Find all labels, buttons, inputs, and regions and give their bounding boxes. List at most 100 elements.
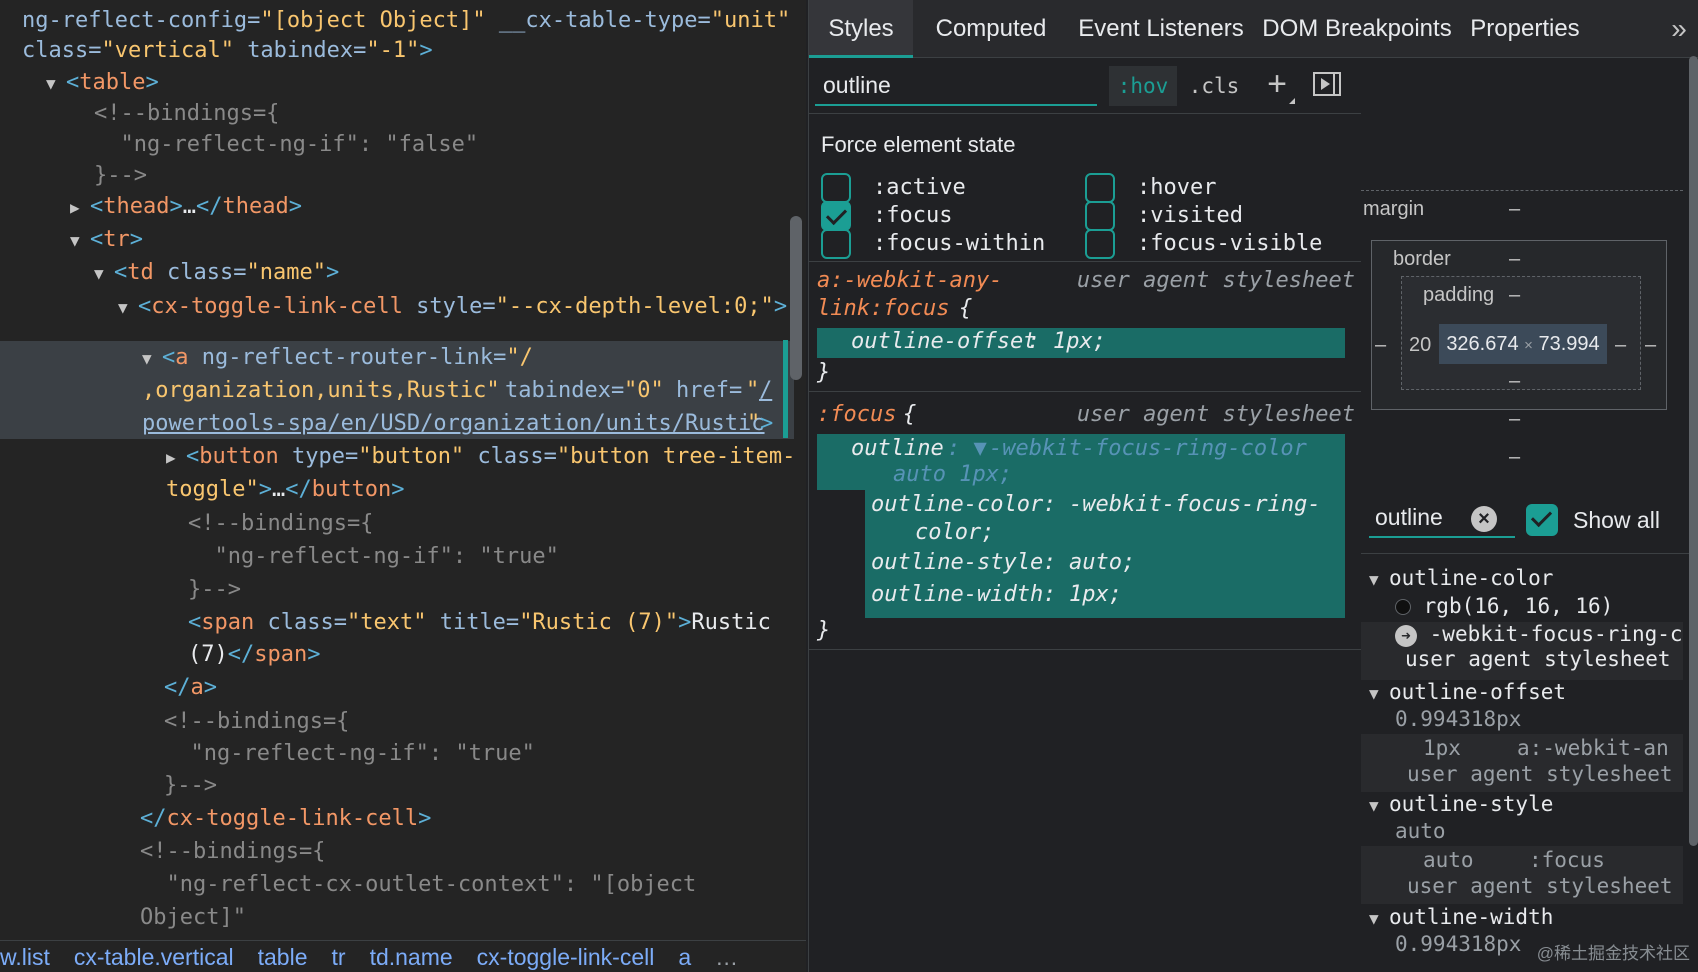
prop-value[interactable]: auto; <box>1069 550 1135 575</box>
expanded-triangle-icon[interactable]: ▼ <box>1369 909 1389 928</box>
computed-scrollbar[interactable] <box>1689 56 1698 846</box>
dom-line-cx-toggle-link-cell[interactable]: ▼ <cx-toggle-link-cell style="--cx-depth-… <box>0 290 794 323</box>
collapsed-triangle-icon[interactable]: ▶ <box>166 441 186 474</box>
expanded-triangle-icon[interactable]: ▼ <box>142 342 162 375</box>
padding-left-value: 20 <box>1409 334 1432 356</box>
rule-selector[interactable]: a:-webkit-any- <box>817 268 1002 293</box>
cls-toggle-button[interactable]: .cls <box>1181 66 1247 106</box>
dom-line[interactable]: (7)</span> <box>0 638 794 671</box>
expanded-triangle-icon[interactable]: ▼ <box>70 224 90 257</box>
tab-properties[interactable]: Properties <box>1463 0 1587 58</box>
state-checkbox[interactable] <box>1085 229 1115 259</box>
tab-styles[interactable]: Styles <box>809 0 913 58</box>
dom-scrollbar[interactable] <box>790 216 802 380</box>
computed-trace[interactable]: ➜ -webkit-focus-ring-c user agent styles… <box>1361 622 1683 680</box>
toggle-computed-sidebar-icon[interactable] <box>1313 72 1341 96</box>
computed-property-row[interactable]: ▼ outline-style <box>1361 792 1683 816</box>
state-checkbox[interactable] <box>1085 201 1115 231</box>
tab-computed[interactable]: Computed <box>921 0 1061 58</box>
expanded-triangle-icon[interactable]: ▼ <box>118 291 138 324</box>
dom-comment[interactable]: }--> <box>0 769 794 802</box>
state-checkbox[interactable] <box>821 173 851 203</box>
dom-line-a-close[interactable]: </a> <box>0 671 794 704</box>
dom-comment[interactable]: Object]" <box>0 901 794 934</box>
dom-line-span[interactable]: <span class="text" title="Rustic (7)">Ru… <box>0 606 794 639</box>
expanded-triangle-icon[interactable]: ▼ <box>94 257 114 290</box>
computed-property-row[interactable]: ▼ outline-color <box>1361 566 1683 590</box>
state-checkbox[interactable] <box>821 229 851 259</box>
prop-name[interactable]: outline-offset <box>851 329 1036 354</box>
clear-filter-icon[interactable]: × <box>1471 506 1497 532</box>
prop-value[interactable]: -webkit-focus-ring- <box>1069 492 1321 517</box>
styles-filter-input[interactable] <box>815 66 1097 106</box>
dom-line-tr[interactable]: ▼ <tr> <box>0 223 794 256</box>
prop-value[interactable]: 1px; <box>1069 582 1122 607</box>
dom-line[interactable]: class="vertical" tabindex="-1"> <box>0 34 794 67</box>
tab-dom-breakpoints[interactable]: DOM Breakpoints <box>1261 0 1453 58</box>
collapsed-triangle-icon[interactable]: ▶ <box>70 191 90 224</box>
breadcrumb-item[interactable]: tr <box>332 944 346 970</box>
tab-event-listeners[interactable]: Event Listeners <box>1071 0 1251 58</box>
dom-line-td[interactable]: ▼ <td class="name"> <box>0 256 794 289</box>
dom-comment[interactable]: }--> <box>0 573 794 606</box>
expanded-triangle-icon[interactable]: ▼ <box>1369 684 1389 703</box>
dom-comment[interactable]: <!--bindings={ <box>0 835 794 868</box>
dom-comment[interactable]: }--> <box>0 159 794 192</box>
prop-name[interactable]: outline-style <box>871 550 1043 575</box>
dom-comment[interactable]: <!--bindings={ <box>0 97 794 130</box>
computed-trace[interactable]: auto :focus user agent stylesheet <box>1361 846 1683 904</box>
dom-line[interactable]: ng-reflect-config="[object Object]" __cx… <box>0 4 794 37</box>
dom-comment[interactable]: <!--bindings={ <box>0 507 794 540</box>
href-link[interactable]: powertools-spa/en/USD/organization/units… <box>142 407 765 440</box>
state-checkbox[interactable] <box>1085 173 1115 203</box>
dom-comment[interactable]: "ng-reflect-ng-if": "true" <box>0 540 794 573</box>
expanded-triangle-icon[interactable]: ▼ <box>1369 570 1389 589</box>
state-focus-visible[interactable]: :focus-visible <box>1085 229 1322 259</box>
highlighted-declaration[interactable]: outline-offset:1px; <box>817 328 1345 358</box>
state-checkbox-checked[interactable] <box>821 201 851 231</box>
breadcrumb-item[interactable]: td.name <box>370 944 453 970</box>
dom-line-cx-close[interactable]: </cx-toggle-link-cell> <box>0 802 794 835</box>
prop-name[interactable]: outline <box>851 436 944 461</box>
breadcrumb-item[interactable]: cx-table.vertical <box>74 944 234 970</box>
go-to-rule-arrow-icon[interactable]: ➜ <box>1395 625 1417 647</box>
show-all-checkbox[interactable] <box>1526 504 1558 536</box>
computed-trace[interactable]: 1px a:-webkit-an user agent stylesheet <box>1361 734 1683 792</box>
prop-name[interactable]: outline-color <box>871 492 1043 517</box>
rule-selector[interactable]: link:focus <box>817 296 949 321</box>
rule-selector[interactable]: :focus <box>817 402 896 427</box>
prop-value[interactable]: -webkit-focus-ring-color <box>989 436 1307 461</box>
dom-line[interactable]: toggle">…</button> <box>0 473 794 506</box>
expanded-triangle-icon[interactable]: ▼ <box>46 67 66 100</box>
breadcrumb-item[interactable]: a <box>678 944 691 970</box>
elements-dom-tree[interactable]: ng-reflect-config="[object Object]" __cx… <box>0 0 806 940</box>
computed-property-row[interactable]: ▼ outline-width <box>1361 905 1683 929</box>
dom-comment[interactable]: "ng-reflect-cx-outlet-context": "[object <box>0 868 794 901</box>
computed-property-row[interactable]: ▼ outline-offset <box>1361 680 1683 704</box>
dom-line-a-selected[interactable]: ▼ <a ng-reflect-router-link="/ ,organizat… <box>0 341 794 439</box>
state-active[interactable]: :active <box>821 173 966 203</box>
box-model-content[interactable]: 326.674 × 73.994 <box>1439 324 1607 364</box>
color-swatch[interactable] <box>1395 599 1411 615</box>
breadcrumb-item[interactable]: w.list <box>0 944 50 970</box>
dom-line-thead[interactable]: ▶ <thead>…</thead> <box>0 190 794 223</box>
highlighted-declaration[interactable]: outline: ▼ -webkit-focus-ring-color auto … <box>817 434 1345 490</box>
state-visited[interactable]: :visited <box>1085 201 1243 231</box>
state-focus[interactable]: :focus <box>821 201 952 231</box>
breadcrumb-overflow[interactable]: … <box>715 944 738 970</box>
hov-toggle-button[interactable]: :hov <box>1109 66 1177 106</box>
dom-comment[interactable]: "ng-reflect-ng-if": "true" <box>0 737 794 770</box>
state-focus-within[interactable]: :focus-within <box>821 229 1045 259</box>
dom-line-table[interactable]: ▼ <table> <box>0 66 794 99</box>
dom-comment[interactable]: <!--bindings={ <box>0 705 794 738</box>
dom-comment[interactable]: "ng-reflect-ng-if": "false" <box>0 128 794 161</box>
state-hover[interactable]: :hover <box>1085 173 1216 203</box>
dom-line-button[interactable]: ▶ <button type="button" class="button tre… <box>0 440 795 474</box>
prop-name[interactable]: outline-width <box>871 582 1043 607</box>
new-style-rule-button[interactable]: + <box>1257 62 1297 106</box>
breadcrumb-item[interactable]: cx-toggle-link-cell <box>477 944 655 970</box>
expanded-triangle-icon[interactable]: ▼ <box>1369 796 1389 815</box>
more-tabs-chevron-icon[interactable]: » <box>1659 0 1698 58</box>
prop-value[interactable]: 1px; <box>1053 329 1106 354</box>
breadcrumb-item[interactable]: table <box>258 944 308 970</box>
